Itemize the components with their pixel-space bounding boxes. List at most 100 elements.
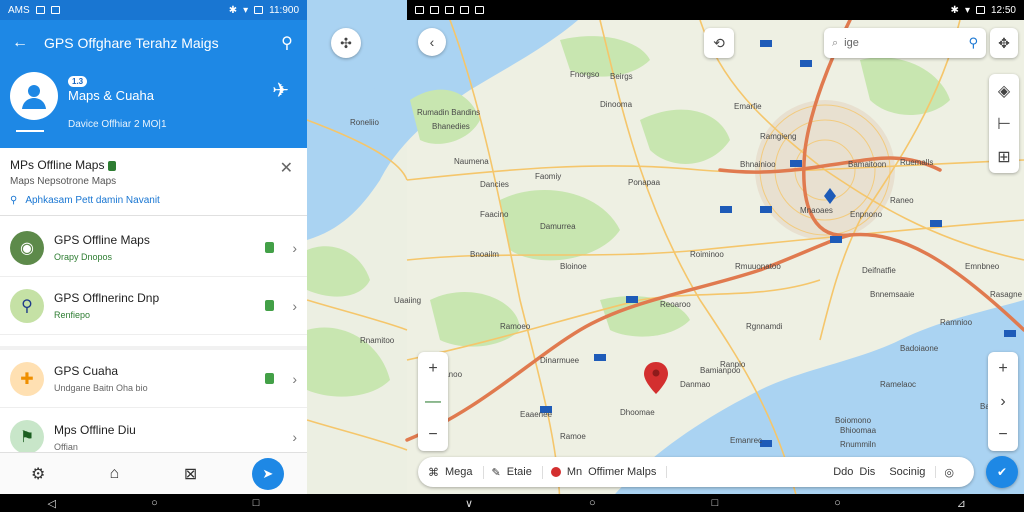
close-icon[interactable]: ✕	[280, 158, 293, 178]
app-thumbnail: ◉	[10, 230, 44, 265]
map-place-label: Bloinoe	[560, 262, 587, 271]
map-search-bar[interactable]: ⌕ ige ⚲	[824, 28, 986, 58]
card-title: MPs Offline Maps	[10, 158, 105, 172]
system-edit-icon[interactable]: ⊿	[957, 497, 966, 510]
header-underline	[16, 130, 44, 132]
map-place-label: Ramelaoc	[880, 380, 917, 389]
system-back-icon[interactable]: ◁	[48, 497, 56, 510]
zoom-out-button[interactable]: −	[988, 418, 1018, 451]
search-suggestion-card[interactable]: MPs Offline Maps Maps Nepsotrone Maps ⚲ …	[0, 152, 307, 216]
home-icon[interactable]: ⌂	[99, 465, 129, 483]
map-place-label: Naumena	[454, 157, 489, 166]
system-recents-icon[interactable]: □	[253, 497, 260, 509]
system-home-icon[interactable]: ○	[834, 497, 841, 509]
zoom-controls-right: + › −	[988, 352, 1018, 451]
avatar[interactable]	[10, 72, 58, 120]
map-place-label: Bnoailm	[470, 250, 499, 259]
bottom-bar-item-edit[interactable]: ✎ Etaie	[491, 465, 543, 479]
status-time: 12:50	[990, 4, 1016, 16]
map-place-label: Raneo	[890, 196, 914, 205]
bluetooth-icon: ✱	[228, 4, 238, 16]
map-search-input[interactable]: ige	[844, 37, 968, 49]
map-place-label: Ramoe	[560, 432, 586, 441]
navigate-fab-button[interactable]: ➤	[251, 457, 284, 490]
map-place-label: Enpnono	[850, 210, 883, 219]
settings-button[interactable]: ✥	[990, 28, 1018, 58]
zoom-in-button[interactable]: +	[418, 352, 448, 385]
system-recents-icon[interactable]: □	[712, 497, 719, 509]
list-item[interactable]: ✚ GPS Cuaha Undgane Baitn Oha bio ›	[0, 350, 307, 408]
notification-icon	[445, 6, 454, 14]
location-pin-icon[interactable]: ⚲	[277, 33, 297, 53]
bookmark-icon[interactable]: ⊞	[989, 140, 1019, 173]
chevron-right-icon[interactable]: ›	[292, 240, 297, 256]
notification-icon	[475, 6, 484, 14]
search-submit-icon[interactable]: ⚲	[968, 35, 978, 51]
inbox-icon[interactable]: ⊠	[176, 464, 206, 484]
bottom-bar-item-mega[interactable]: ⌘ Mega	[428, 465, 484, 479]
map-place-label: Dinooma	[600, 100, 633, 109]
map-place-label: Rmuuonatoo	[735, 262, 781, 271]
map-place-label: Rnamitoo	[360, 336, 395, 345]
status-time: 11:900	[269, 4, 299, 16]
search-icon: ⌕	[832, 36, 839, 49]
map-place-label: Bhanedies	[432, 122, 470, 131]
map-place-label: Faomiy	[535, 172, 562, 181]
chevron-right-icon[interactable]: ›	[292, 298, 297, 314]
map-place-label: Uaaiing	[394, 296, 422, 305]
map-tools: ◈ ⊢ ⊞	[989, 74, 1019, 173]
app-thumbnail: ✚	[10, 361, 44, 396]
ruler-icon[interactable]: ⊢	[989, 107, 1019, 140]
map-place-label: Beirgs	[610, 72, 633, 81]
card-link[interactable]: ⚲ Aphkasam Pett damin Navanit	[10, 195, 297, 206]
map-place-label: Rumadin Bandins	[417, 108, 481, 117]
bottom-bar-target[interactable]: ◎	[944, 466, 964, 479]
map-place-label: Danmao	[680, 380, 711, 389]
map-place-label: Dancies	[480, 180, 509, 189]
gps-fab-button[interactable]: ✔	[986, 456, 1018, 488]
map-place-label: Mnaoaes	[800, 206, 833, 215]
map-place-label: Rasagne	[990, 290, 1023, 299]
map-place-label: Badoiaone	[900, 344, 939, 353]
map-place-label: Bhnainioo	[740, 160, 776, 169]
map-place-label: Emanrec	[730, 436, 763, 445]
compass-icon[interactable]: ◈	[989, 74, 1019, 107]
bottom-bar-item-ddo[interactable]: Ddo Dis Socinig	[833, 466, 937, 478]
chevron-right-icon[interactable]: ›	[292, 429, 297, 445]
back-arrow-icon[interactable]: ←	[10, 34, 30, 52]
zoom-in-button[interactable]: +	[988, 352, 1018, 385]
left-panel: AMS ✱ ▾ 11:900 ← GPS Offghare Terahz Mai…	[0, 0, 307, 512]
download-badge-icon	[265, 373, 275, 384]
shield-check-icon: ✔	[996, 465, 1008, 479]
wifi-icon: ▾	[964, 4, 970, 16]
system-home-icon[interactable]: ○	[151, 497, 158, 509]
card-subtitle: Maps Nepsotrone Maps	[10, 176, 117, 187]
direction-button[interactable]: ›	[988, 385, 1018, 418]
map-place-label: Fnorgso	[570, 70, 600, 79]
status-bar-left: AMS ✱ ▾ 11:900	[0, 0, 307, 20]
back-button[interactable]: ‹	[418, 28, 446, 56]
battery-icon	[975, 6, 985, 14]
zoom-level-indicator[interactable]: —	[418, 385, 448, 418]
chevron-right-icon[interactable]: ›	[292, 371, 297, 387]
bluetooth-icon: ✱	[950, 4, 959, 16]
map-place-label: Dinarmuee	[540, 356, 580, 365]
layers-button[interactable]: ✣	[331, 28, 361, 58]
version-badge: 1.3	[68, 76, 88, 87]
route-button[interactable]: ⟲	[704, 28, 734, 58]
system-back-icon[interactable]: ∨	[465, 497, 473, 510]
app-name: Maps & Cuaha	[68, 88, 154, 103]
zoom-out-button[interactable]: −	[418, 418, 448, 451]
system-home-icon[interactable]: ○	[589, 497, 596, 509]
pencil-icon: ✎	[491, 466, 501, 479]
map-bottom-bar: ⌘ Mega ✎ Etaie Mn Offimer Malps Ddo Dis …	[418, 457, 974, 487]
map-place-label: Deifnatfie	[862, 266, 896, 275]
list-item[interactable]: ⚲ GPS Offlnerinc Dnp Renfiepo ›	[0, 277, 307, 335]
page-title: GPS Offghare Terahz Maigs	[44, 35, 219, 51]
settings-icon[interactable]: ⚙	[23, 464, 53, 484]
target-icon: ◎	[944, 466, 954, 479]
bottom-bar-item-offline-maps[interactable]: Mn Offimer Malps	[550, 466, 668, 478]
list-item[interactable]: ◉ GPS Offline Maps Orapy Dnopos ›	[0, 219, 307, 277]
airplane-icon[interactable]: ✈	[272, 78, 289, 103]
status-bar-right: ✱ ▾ 12:50	[407, 0, 1024, 20]
